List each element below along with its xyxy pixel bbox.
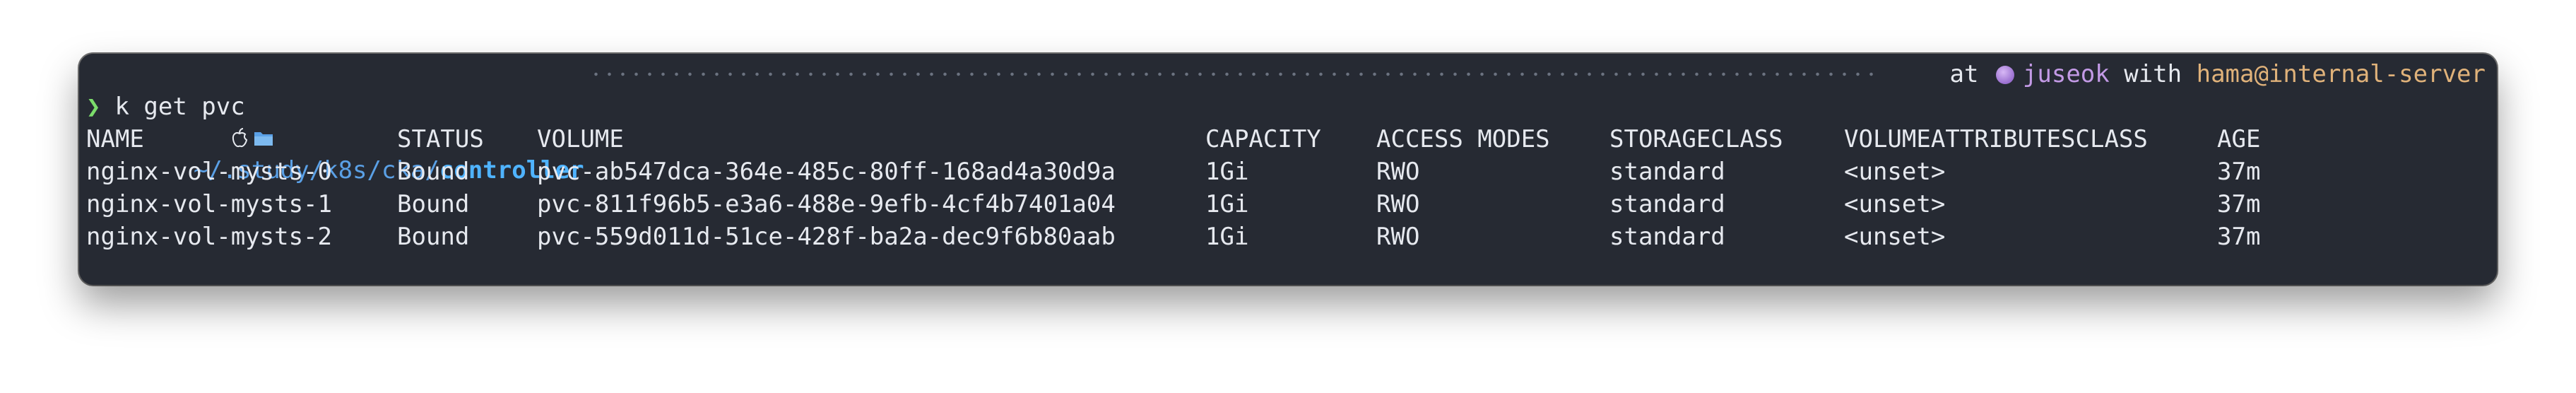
header-access-modes: ACCESS MODES	[1376, 125, 1550, 153]
cell-age: 37m	[2217, 190, 2261, 218]
purple-orb-icon	[1995, 66, 2014, 84]
command-line[interactable]: ❯ k get pvc	[86, 90, 2490, 123]
cell-age: 37m	[2217, 223, 2261, 251]
table-header: NAME STATUS VOLUME CAPACITY ACCESS MODES…	[86, 123, 2490, 156]
cell-status: Bound	[397, 190, 470, 218]
prompt-filler-dots	[589, 72, 1882, 76]
cell-volumeattributesclass: <unset>	[1844, 158, 1946, 186]
cell-volumeattributesclass: <unset>	[1844, 190, 1946, 218]
cell-storageclass: standard	[1609, 223, 1725, 251]
command-text: k get pvc	[114, 93, 245, 121]
prompt-line: ~/.study/k8s/cka/controller at juseok wi…	[86, 58, 2490, 184]
cell-name: nginx-vol-mysts-2	[86, 223, 332, 251]
cell-volume: pvc-559d011d-51ce-428f-ba2a-dec9f6b80aab	[537, 223, 1116, 251]
prompt-context: at juseok with hama@internal-server	[1949, 58, 2486, 90]
with-word: with	[2124, 60, 2182, 88]
cell-storageclass: standard	[1609, 190, 1725, 218]
cell-name: nginx-vol-mysts-0	[86, 158, 332, 186]
cell-volumeattributesclass: <unset>	[1844, 223, 1946, 251]
cell-capacity: 1Gi	[1205, 223, 1249, 251]
cell-status: Bound	[397, 158, 470, 186]
cell-capacity: 1Gi	[1205, 190, 1249, 218]
user-name: juseok	[2022, 60, 2110, 88]
cell-volume: pvc-811f96b5-e3a6-488e-9efb-4cf4b7401a04	[537, 190, 1116, 218]
cell-access-modes: RWO	[1376, 158, 1420, 186]
header-name: NAME	[86, 125, 144, 153]
terminal-window[interactable]: ~/.study/k8s/cka/controller at juseok wi…	[79, 54, 2497, 285]
header-capacity: CAPACITY	[1205, 125, 1321, 153]
cell-status: Bound	[397, 223, 470, 251]
table-row: nginx-vol-mysts-0 Bound pvc-ab547dca-364…	[86, 156, 2490, 188]
host-name: hama@internal-server	[2196, 60, 2486, 88]
table-row: nginx-vol-mysts-2 Bound pvc-559d011d-51c…	[86, 221, 2490, 253]
cell-volume: pvc-ab547dca-364e-485c-80ff-168ad4a30d9a	[537, 158, 1116, 186]
cell-name: nginx-vol-mysts-1	[86, 190, 332, 218]
prompt-chevron-icon: ❯	[86, 93, 101, 121]
header-age: AGE	[2217, 125, 2261, 153]
header-status: STATUS	[397, 125, 484, 153]
header-volume: VOLUME	[537, 125, 624, 153]
cell-access-modes: RWO	[1376, 223, 1420, 251]
header-storageclass: STORAGECLASS	[1609, 125, 1783, 153]
table-row: nginx-vol-mysts-1 Bound pvc-811f96b5-e3a…	[86, 188, 2490, 221]
cell-storageclass: standard	[1609, 158, 1725, 186]
cell-age: 37m	[2217, 158, 2261, 186]
at-word: at	[1949, 60, 1979, 88]
cell-access-modes: RWO	[1376, 190, 1420, 218]
header-volumeattributesclass: VOLUMEATTRIBUTESCLASS	[1844, 125, 2148, 153]
cell-capacity: 1Gi	[1205, 158, 1249, 186]
